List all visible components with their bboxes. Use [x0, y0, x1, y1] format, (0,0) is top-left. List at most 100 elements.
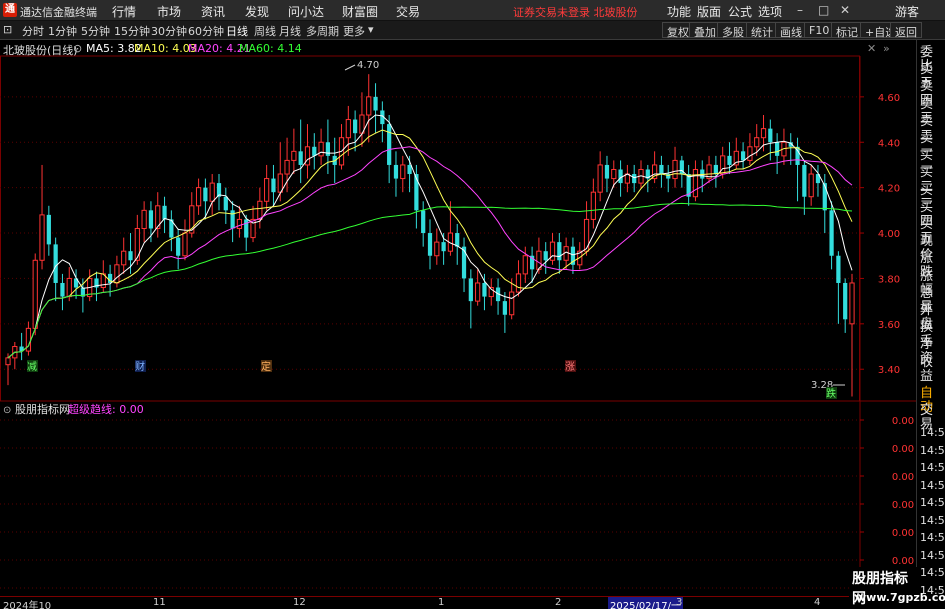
price-tick-label: 3.40: [878, 365, 900, 376]
login-alert[interactable]: 证券交易未登录 北玻股份: [513, 4, 638, 20]
candle-body: [121, 250, 127, 266]
period-more[interactable]: 更多: [343, 23, 365, 39]
side-panel-item: 收益: [920, 354, 934, 384]
candle-body: [298, 151, 303, 165]
candle-body: [284, 159, 290, 175]
candle-body: [176, 237, 181, 256]
candle-body: [345, 119, 351, 139]
menu-item-trade[interactable]: 交易: [396, 3, 420, 20]
maximize-icon[interactable]: □: [818, 3, 829, 17]
period-multi[interactable]: 多周期: [306, 23, 339, 39]
indicator-tick-label: 0.00: [892, 416, 914, 427]
period-30min[interactable]: 30分钟: [151, 23, 187, 39]
candle-body: [461, 246, 467, 279]
menu-item-assistant[interactable]: 问小达: [288, 3, 324, 20]
event-marker-fixed[interactable]: 定: [261, 360, 272, 373]
menu-item-layout[interactable]: 版面: [697, 3, 721, 20]
period-toolbar: ⊡ 分时 1分钟 5分钟 15分钟 30分钟 60分钟 日线 周线 月线 多周期…: [0, 21, 945, 40]
high-pointer-icon: [344, 64, 356, 71]
event-marker-rise[interactable]: 涨: [565, 360, 576, 373]
period-weekly[interactable]: 周线: [254, 23, 276, 39]
candle-body: [836, 255, 841, 283]
candle-body: [522, 255, 528, 275]
candle-body: [421, 210, 426, 234]
watermark-url: www.7gpzb.com: [856, 591, 945, 604]
back-button[interactable]: 返回: [890, 22, 922, 39]
quote-side-panel: 委比 卖五 卖四 卖三 卖二 卖一 买一 买二 买三 买四 买五 现价 涨跌 涨幅 总量 外盘 换手 净资 收益 自…: [916, 40, 945, 609]
candle-body: [802, 164, 807, 197]
menu-item-market[interactable]: 市场: [157, 3, 181, 20]
menu-item-quotes[interactable]: 行情: [112, 3, 136, 20]
candle-body: [203, 187, 208, 202]
candle-body: [271, 178, 276, 193]
candle-body: [182, 232, 188, 257]
candle-body: [128, 251, 133, 261]
candle-body: [604, 164, 610, 179]
multi-stock-button[interactable]: 多股: [717, 22, 749, 39]
svg-text:财: 财: [135, 360, 145, 373]
period-daily[interactable]: 日线: [226, 23, 248, 39]
period-monthly[interactable]: 月线: [279, 23, 301, 39]
menu-bar: 通 通达信金融终端 行情 市场 资讯 发现 问小达 财富圈 交易 证券交易未登录…: [0, 0, 945, 21]
candle-body: [141, 209, 147, 229]
candle-body: [400, 164, 406, 180]
minimize-icon[interactable]: –: [797, 3, 803, 17]
candle-body: [60, 282, 65, 297]
mark-button[interactable]: 标记: [831, 22, 863, 39]
candle-body: [843, 282, 848, 320]
candle-body: [768, 128, 773, 143]
trade-time: 14:56: [920, 548, 945, 562]
trade-time: 14:56: [920, 531, 945, 544]
candle-body: [597, 164, 603, 193]
candle-body: [515, 273, 522, 293]
indicator-name: 股朋指标网: [15, 402, 70, 416]
candle-body: [624, 173, 630, 184]
stats-button[interactable]: 统计: [746, 22, 778, 39]
trade-time: 14:56: [920, 461, 945, 474]
indicator-tick-label: 0.00: [892, 500, 914, 511]
trade-time: 14:56: [920, 478, 945, 492]
event-marker-finance[interactable]: 财: [135, 360, 146, 373]
menu-item-formula[interactable]: 公式: [728, 3, 752, 20]
event-marker-fall[interactable]: 跌: [826, 387, 837, 400]
candle-body: [427, 233, 433, 256]
toolbar-back-icon[interactable]: ⊡: [3, 23, 12, 36]
menu-item-community[interactable]: 财富圈: [342, 3, 378, 20]
close-icon[interactable]: ✕: [840, 3, 850, 17]
svg-text:定: 定: [261, 360, 271, 373]
svg-text:涨: 涨: [565, 361, 575, 373]
period-60min[interactable]: 60分钟: [188, 23, 224, 39]
menu-item-news[interactable]: 资讯: [201, 3, 225, 20]
candlestick-series: [5, 74, 855, 397]
guest-login[interactable]: 游客: [895, 3, 919, 20]
draw-line-button[interactable]: 画线: [775, 22, 807, 39]
kline-chart[interactable]: 4.604.404.204.003.803.603.40 4.70 3.28 减…: [0, 40, 916, 596]
chevron-down-icon[interactable]: ▾: [368, 23, 374, 36]
indicator-settings-icon[interactable]: ⊙: [3, 405, 11, 416]
candle-body: [754, 137, 760, 148]
period-5min[interactable]: 5分钟: [81, 23, 110, 39]
period-1min[interactable]: 1分钟: [48, 23, 77, 39]
period-15min[interactable]: 15分钟: [114, 23, 150, 39]
menu-item-function[interactable]: 功能: [667, 3, 691, 20]
candle-body: [236, 218, 243, 229]
candle-body: [760, 128, 767, 139]
event-marker-reduce[interactable]: 减: [27, 360, 38, 373]
candle-body: [468, 278, 473, 302]
candle-body: [325, 142, 331, 156]
app-title: 通达信金融终端: [20, 6, 97, 19]
period-intraday[interactable]: 分时: [22, 23, 44, 39]
candle-body: [455, 233, 460, 247]
f10-button[interactable]: F10: [804, 22, 835, 38]
menu-item-discover[interactable]: 发现: [245, 3, 269, 20]
indicator-tick-label: 0.00: [892, 528, 914, 539]
candle-body: [740, 151, 746, 161]
trade-time: 14:56: [920, 513, 945, 527]
indicator-line-label: 超级趋线: 0.00: [68, 402, 144, 416]
candle-body: [5, 357, 11, 366]
menu-item-options[interactable]: 选项: [758, 3, 782, 20]
price-axis-labels: 4.60 4.40 4.20 4.00 3.80 3.60 3.40: [878, 93, 900, 376]
candle-body: [53, 244, 58, 283]
time-label: 2: [555, 597, 562, 608]
candle-body: [482, 282, 487, 297]
